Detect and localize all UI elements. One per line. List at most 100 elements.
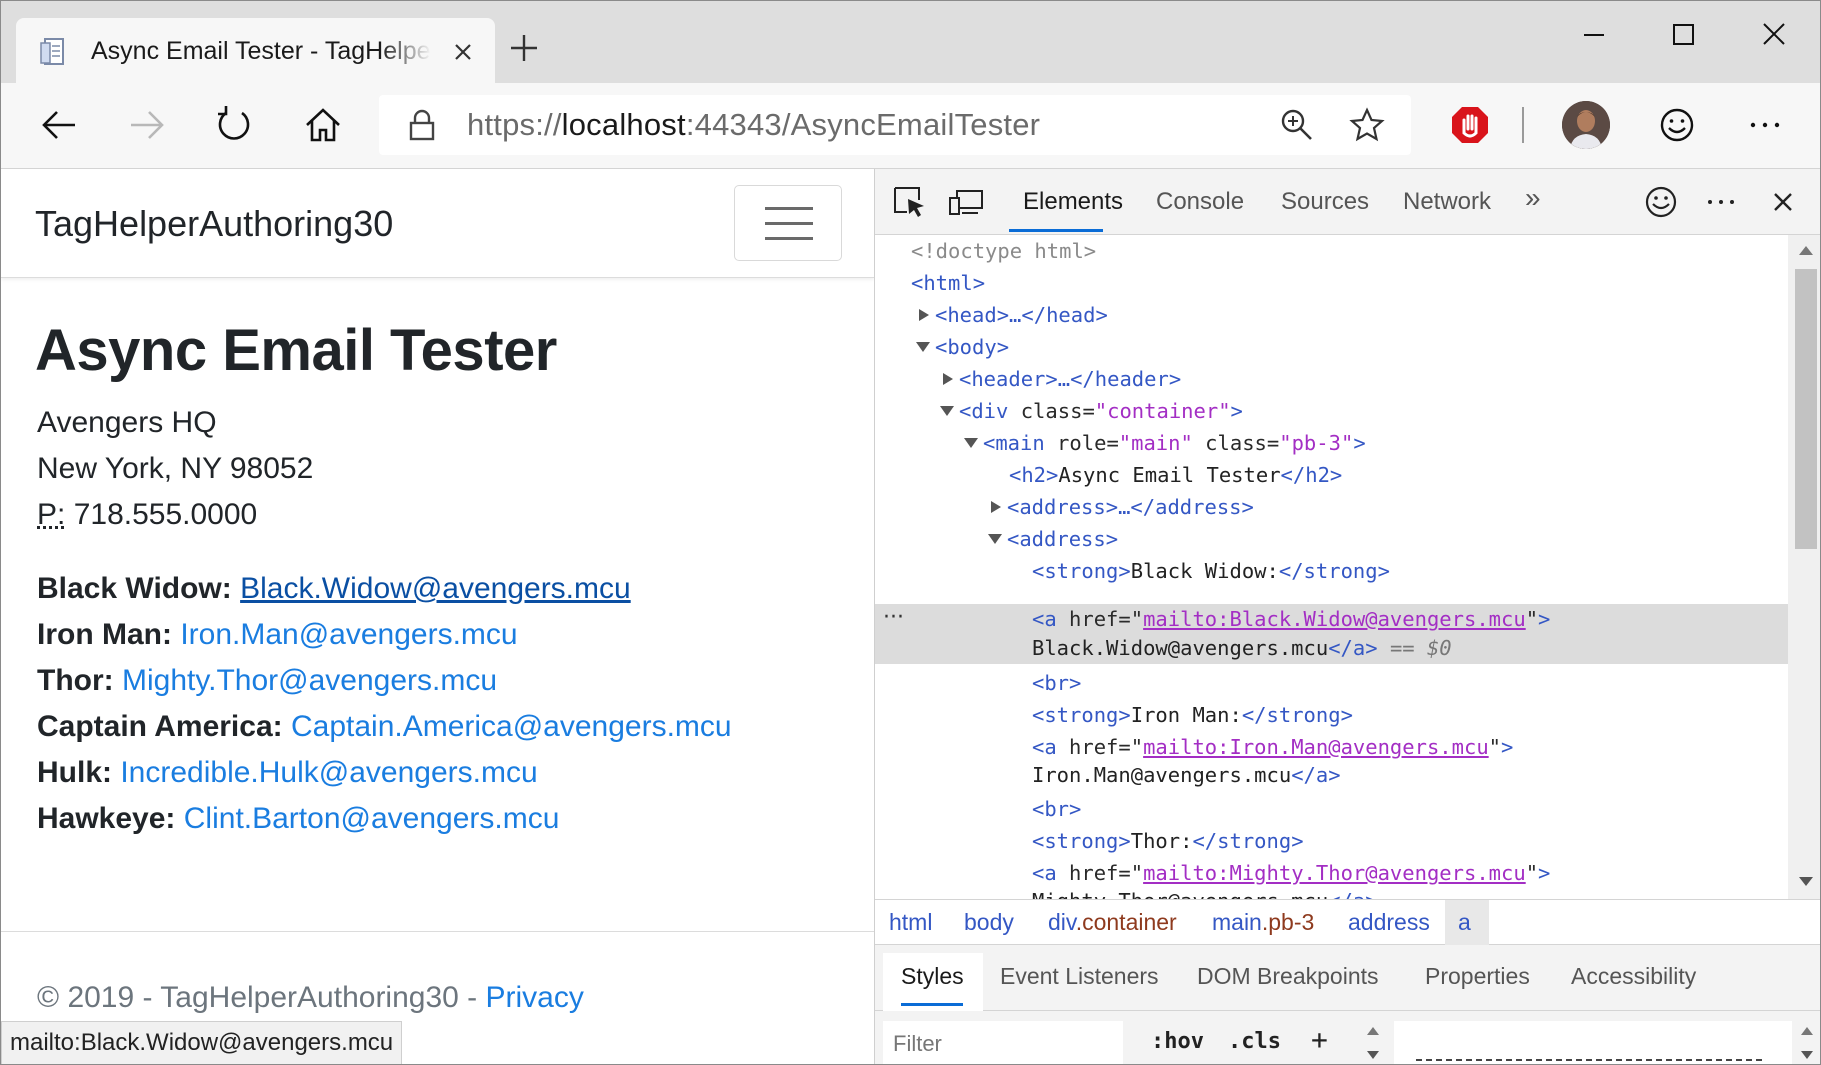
add-rule-button[interactable]: + <box>1311 1023 1328 1056</box>
styles-filter-input[interactable]: Filter <box>883 1021 1123 1064</box>
crumb-html[interactable]: html <box>889 909 932 936</box>
contact-line: Hulk: Incredible.Hulk@avengers.mcu <box>37 756 538 789</box>
dom-node-selected[interactable]: <a href="mailto:Black.Widow@avengers.mcu… <box>1032 604 1788 634</box>
privacy-link[interactable]: Privacy <box>486 981 584 1014</box>
refresh-icon[interactable] <box>212 103 256 147</box>
dom-node[interactable]: Iron.Man@avengers.mcu</a> <box>1032 759 1788 791</box>
footer-divider <box>1 931 874 932</box>
hamburger-icon <box>765 207 813 210</box>
more-tabs-icon[interactable]: » <box>1525 183 1541 213</box>
dom-node[interactable]: Mighty.Thor@avengers.mcu</a> <box>1032 885 1788 899</box>
close-devtools-icon[interactable] <box>1765 184 1801 220</box>
right-pane-scroll-icon[interactable] <box>1799 1023 1815 1063</box>
scrollbar-thumb[interactable] <box>1795 269 1817 549</box>
hover-state-toggle[interactable]: :hov <box>1151 1029 1204 1054</box>
dom-node[interactable]: <head>…</head> <box>935 299 1788 331</box>
devtools-panel: Elements Console Sources Network » ··· <… <box>874 169 1820 1064</box>
collapse-arrow-icon[interactable] <box>962 427 980 459</box>
email-link[interactable]: Mighty.Thor@avengers.mcu <box>122 664 497 697</box>
dom-node-selected-text[interactable]: Black.Widow@avengers.mcu</a> == $0 <box>1032 633 1788 663</box>
active-tab-indicator <box>1009 229 1103 232</box>
tab-event-listeners[interactable]: Event Listeners <box>1000 961 1159 991</box>
dom-node[interactable]: <br> <box>1032 667 1788 699</box>
dom-tree[interactable]: ··· <!doctype html> <html> <head>…</head… <box>875 235 1788 899</box>
scroll-up-icon[interactable] <box>1797 243 1815 257</box>
crumb-main[interactable]: main.pb-3 <box>1212 909 1314 936</box>
dom-scrollbar[interactable] <box>1788 235 1820 899</box>
favorite-star-icon[interactable] <box>1349 107 1385 143</box>
crumb-a[interactable]: a <box>1458 909 1471 936</box>
url-text[interactable]: https://localhost:44343/AsyncEmailTester <box>467 105 1040 145</box>
dom-node[interactable]: <strong>Black Widow:</strong> <box>1032 555 1788 587</box>
minimize-icon[interactable] <box>1564 15 1624 55</box>
devtools-feedback-icon[interactable] <box>1643 184 1679 220</box>
contact-line: Black Widow: Black.Widow@avengers.mcu <box>37 572 631 605</box>
address-line-2: New York, NY 98052 <box>37 452 314 485</box>
pane-scroll-icon[interactable] <box>1365 1023 1381 1063</box>
scroll-down-icon[interactable] <box>1797 875 1815 889</box>
tab-elements[interactable]: Elements <box>1023 187 1123 217</box>
feedback-smiley-icon[interactable] <box>1655 103 1699 147</box>
class-toggle[interactable]: .cls <box>1228 1029 1281 1054</box>
expand-arrow-icon[interactable] <box>989 491 1003 523</box>
home-icon[interactable] <box>301 103 345 147</box>
dom-node[interactable]: <header>…</header> <box>959 363 1788 395</box>
inspect-element-icon[interactable] <box>891 184 927 220</box>
crumb-body[interactable]: body <box>964 909 1014 936</box>
email-link[interactable]: Captain.America@avengers.mcu <box>291 710 732 743</box>
email-link[interactable]: Incredible.Hulk@avengers.mcu <box>120 756 537 789</box>
expand-arrow-icon[interactable] <box>941 363 955 395</box>
close-tab-icon[interactable] <box>448 37 478 67</box>
dom-node[interactable]: <strong>Iron Man:</strong> <box>1032 699 1788 731</box>
close-window-icon[interactable] <box>1744 15 1804 55</box>
dom-node[interactable]: <body> <box>935 331 1788 363</box>
dom-node[interactable]: <br> <box>1032 793 1788 825</box>
address-bar[interactable]: https://localhost:44343/AsyncEmailTester <box>379 95 1411 155</box>
tab-sources[interactable]: Sources <box>1281 187 1369 217</box>
collapse-arrow-icon[interactable] <box>938 395 956 427</box>
new-tab-icon[interactable] <box>507 31 541 65</box>
phone-abbr: P: <box>37 498 66 531</box>
dom-node[interactable]: <address>…</address> <box>1007 491 1788 523</box>
tab-network[interactable]: Network <box>1403 187 1491 217</box>
dom-node[interactable]: <strong>Thor:</strong> <box>1032 825 1788 857</box>
dom-node[interactable]: <main role="main" class="pb-3"> <box>983 427 1788 459</box>
collapse-arrow-icon[interactable] <box>914 331 932 363</box>
crumb-div-container[interactable]: div.container <box>1048 909 1177 936</box>
tab-properties[interactable]: Properties <box>1425 961 1530 991</box>
crumb-address[interactable]: address <box>1348 909 1430 936</box>
site-brand[interactable]: TagHelperAuthoring30 <box>35 203 393 245</box>
email-link[interactable]: Clint.Barton@avengers.mcu <box>184 802 560 835</box>
contact-line: Hawkeye: Clint.Barton@avengers.mcu <box>37 802 560 835</box>
tab-accessibility[interactable]: Accessibility <box>1571 961 1696 991</box>
tab-styles[interactable]: Styles <box>901 961 964 991</box>
lock-icon[interactable] <box>407 109 437 141</box>
navbar-toggler-button[interactable] <box>734 185 842 261</box>
active-subtab-indicator <box>901 1003 963 1006</box>
adblock-extension-icon[interactable] <box>1448 103 1492 147</box>
tab-console[interactable]: Console <box>1156 187 1244 217</box>
dom-node[interactable]: <h2>Async Email Tester</h2> <box>1009 459 1788 491</box>
tab-title: Async Email Tester - TagHelperAuthoring3… <box>91 37 431 65</box>
more-menu-icon[interactable] <box>1743 103 1787 147</box>
dom-node[interactable]: <address> <box>1007 523 1788 555</box>
dom-node[interactable]: <!doctype html> <box>911 235 1788 267</box>
tab-dom-breakpoints[interactable]: DOM Breakpoints <box>1197 961 1379 991</box>
maximize-icon[interactable] <box>1653 15 1713 55</box>
profile-avatar[interactable] <box>1562 101 1610 149</box>
dom-node[interactable]: <html> <box>911 267 1788 299</box>
node-actions-icon[interactable]: ··· <box>883 605 904 630</box>
devtools-tabbar: Elements Console Sources Network » <box>875 169 1820 235</box>
forward-icon[interactable] <box>125 103 169 147</box>
zoom-icon[interactable] <box>1279 107 1315 143</box>
styles-tabbar: Styles Event Listeners DOM Breakpoints P… <box>875 945 1820 1011</box>
browser-tab[interactable]: Async Email Tester - TagHelperAuthoring3… <box>16 18 495 83</box>
collapse-arrow-icon[interactable] <box>986 523 1004 555</box>
email-link[interactable]: Iron.Man@avengers.mcu <box>180 618 517 651</box>
device-emulation-icon[interactable] <box>948 184 984 220</box>
back-icon[interactable] <box>37 103 81 147</box>
dom-node[interactable]: <div class="container"> <box>959 395 1788 427</box>
expand-arrow-icon[interactable] <box>917 299 931 331</box>
devtools-menu-icon[interactable] <box>1703 184 1739 220</box>
email-link[interactable]: Black.Widow@avengers.mcu <box>240 572 631 605</box>
